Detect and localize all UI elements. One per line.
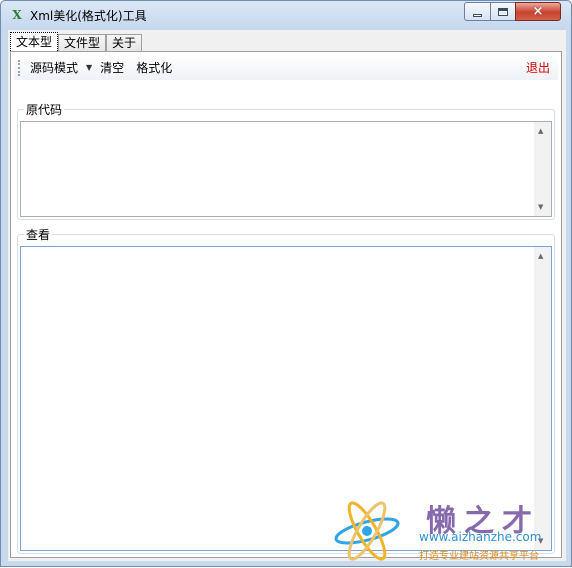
format-button[interactable]: 格式化	[136, 59, 172, 76]
mode-dropdown[interactable]: 源码模式 ▼	[30, 59, 92, 76]
source-group: 原代码 ▲ ▼	[17, 101, 555, 220]
maximize-icon	[498, 7, 508, 16]
app-window: X Xml美化(格式化)工具 × 文本型 文件型 关于 源码模式 ▼ 清空 格式…	[0, 0, 572, 567]
minimize-icon	[473, 13, 482, 17]
toolbar: 源码模式 ▼ 清空 格式化 退出	[14, 55, 558, 80]
window-title: Xml美化(格式化)工具	[30, 9, 147, 23]
scroll-up-icon[interactable]: ▲	[538, 127, 543, 135]
scroll-up-icon[interactable]: ▲	[538, 252, 543, 260]
close-button[interactable]: ×	[515, 2, 561, 21]
watermark: 懒之才 www.aizhanzhe.com 打造专业建站资源共享平台	[331, 491, 571, 565]
source-code-textarea[interactable]: ▲ ▼	[20, 121, 552, 217]
scroll-down-icon[interactable]: ▼	[538, 203, 543, 211]
watermark-url: www.aizhanzhe.com	[419, 530, 542, 544]
minimize-button[interactable]	[464, 2, 491, 21]
maximize-button[interactable]	[490, 2, 516, 21]
view-group-label: 查看	[24, 226, 53, 243]
tab-strip: 文本型 文件型 关于	[10, 32, 143, 53]
exit-button[interactable]: 退出	[526, 59, 550, 76]
source-group-label: 原代码	[24, 101, 65, 118]
clear-button[interactable]: 清空	[100, 59, 124, 76]
toolbar-grip[interactable]	[18, 59, 22, 76]
mode-dropdown-label: 源码模式	[30, 61, 79, 75]
title-bar[interactable]: X Xml美化(格式化)工具 ×	[1, 1, 571, 29]
close-icon: ×	[532, 4, 544, 19]
source-scrollbar[interactable]: ▲ ▼	[534, 122, 551, 216]
client-area: 文本型 文件型 关于 源码模式 ▼ 清空 格式化 退出 原代码 ▲ ▼ 查看 ▲…	[8, 30, 566, 561]
app-icon: X	[12, 8, 22, 22]
chevron-down-icon: ▼	[86, 63, 93, 72]
tab-panel: 源码模式 ▼ 清空 格式化 退出 原代码 ▲ ▼ 查看 ▲ ▼	[10, 51, 562, 558]
watermark-logo-icon	[334, 501, 400, 561]
watermark-slogan: 打造专业建站资源共享平台	[419, 551, 539, 562]
tab-text-type[interactable]: 文本型	[10, 32, 59, 53]
